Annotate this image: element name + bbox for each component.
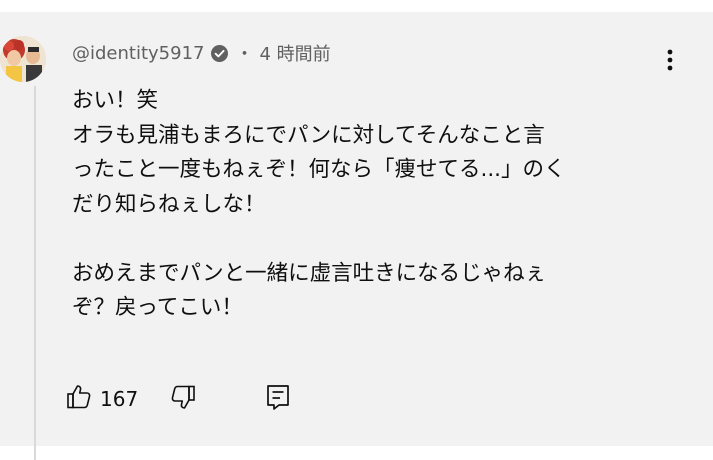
dislike-button[interactable] <box>168 382 198 416</box>
comment-line: おい！笑 <box>72 88 159 113</box>
comment-blank-line <box>72 222 672 257</box>
comment-line: ぞ？戻ってこい！ <box>72 295 243 320</box>
comment-line: だり知らねぇしな！ <box>72 191 266 217</box>
comment-line: おめえまでパンと一緒に虚言吐きになるじゃねぇ <box>72 260 547 286</box>
author-name[interactable]: @identity5917 <box>72 43 205 64</box>
timestamp[interactable]: 4 時間前 <box>260 40 331 66</box>
avatar-image <box>0 36 46 82</box>
comment-line: ったこと一度もねぇぞ！何なら「痩せてる...」のく <box>72 157 566 182</box>
like-count: 167 <box>100 387 139 411</box>
reply-button[interactable] <box>264 382 292 416</box>
avatar[interactable] <box>0 36 46 82</box>
comment-header: @identity5917 ・ 4 時間前 <box>72 40 331 66</box>
comment-line: オラも見浦もまろにでパンに対してそんなこと言 <box>72 122 545 148</box>
thumbs-down-icon <box>168 382 198 416</box>
like-button[interactable]: 167 <box>64 382 138 416</box>
reply-icon <box>264 382 292 416</box>
comment-text: おい！笑 オラも見浦もまろにでパンに対してそんなこと言 ったこと一度もねぇぞ！何… <box>72 84 672 326</box>
check-circle-icon <box>210 44 228 62</box>
separator: ・ <box>235 44 254 65</box>
thumbs-up-icon <box>64 382 94 416</box>
more-vertical-icon[interactable] <box>660 48 680 72</box>
thread-line <box>34 86 36 460</box>
comment-actions: 167 <box>64 382 292 416</box>
